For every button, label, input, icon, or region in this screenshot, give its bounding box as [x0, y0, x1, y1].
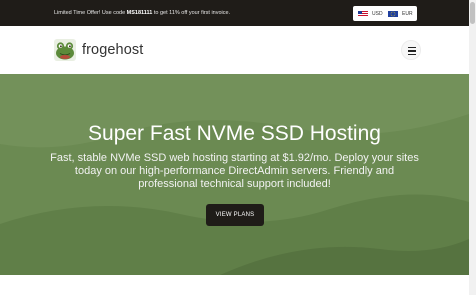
- promo-text-after: to get 11% off your first invoice.: [152, 10, 231, 16]
- hero-title: Super Fast NVMe SSD Hosting: [88, 122, 381, 145]
- eu-flag-icon: [388, 10, 398, 17]
- view-plans-button[interactable]: VIEW PLANS: [206, 204, 264, 226]
- frog-logo-icon: [54, 39, 76, 61]
- logo-text: frogehost: [82, 42, 144, 58]
- us-flag-icon: [358, 10, 368, 17]
- logo[interactable]: frogehost: [53, 38, 143, 62]
- promo-text-before: Limited Time Offer! Use code: [54, 10, 127, 16]
- currency-option-eur[interactable]: EUR: [388, 9, 413, 18]
- scrollbar-thumb[interactable]: [470, 2, 475, 24]
- hamburger-menu-icon: [408, 47, 416, 49]
- navbar: frogehost: [0, 26, 469, 75]
- hamburger-menu-icon-bar: [408, 50, 416, 52]
- currency-usd-label: USD: [372, 10, 383, 17]
- menu-button[interactable]: [401, 40, 421, 60]
- promo-text: Limited Time Offer! Use code MS181111 to…: [54, 9, 230, 17]
- hero-section: Super Fast NVMe SSD Hosting Fast, stable…: [0, 74, 469, 275]
- page-scrollbar[interactable]: [469, 0, 476, 295]
- promo-code: MS181111: [126, 10, 153, 16]
- currency-option-usd[interactable]: USD: [358, 9, 383, 18]
- promo-bar: Limited Time Offer! Use code MS181111 to…: [0, 0, 469, 26]
- hamburger-menu-icon-bar: [408, 53, 416, 55]
- currency-switcher: USD EUR: [353, 6, 417, 21]
- currency-eur-label: EUR: [402, 10, 413, 17]
- hero-subtitle: Fast, stable NVMe SSD web hosting starti…: [50, 152, 419, 190]
